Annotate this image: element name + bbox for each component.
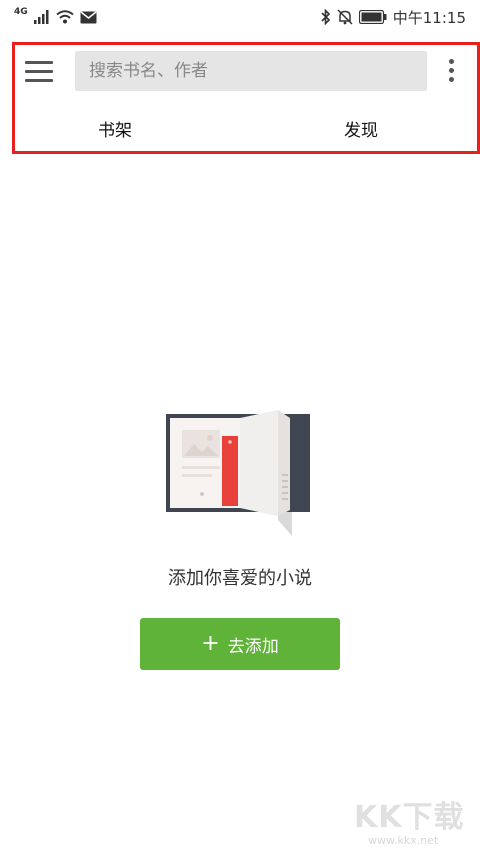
app-header: 书架 发现 xyxy=(12,42,480,154)
signal-icon xyxy=(33,10,49,24)
network-type-label: 4G xyxy=(14,7,28,17)
add-book-button[interactable]: + 去添加 xyxy=(140,618,340,670)
status-left: 4G xyxy=(14,7,97,24)
watermark: KK下载 www.kkx.net xyxy=(340,790,480,850)
plus-icon: + xyxy=(201,631,220,656)
search-input[interactable] xyxy=(75,51,427,91)
wifi-icon xyxy=(56,10,74,24)
add-book-button-label: 去添加 xyxy=(227,636,279,657)
bluetooth-icon xyxy=(321,9,330,25)
status-time: 中午11:15 xyxy=(392,8,466,27)
more-vert-icon[interactable] xyxy=(445,59,457,85)
watermark-logo: KK下载 xyxy=(354,800,465,835)
status-right: 中午11:15 xyxy=(321,7,466,28)
empty-state-message: 添加你喜爱的小说 xyxy=(168,568,312,589)
status-bar: 4G 中午11:15 xyxy=(0,0,480,34)
mute-bell-icon xyxy=(337,9,353,25)
open-book-icon xyxy=(166,410,310,536)
tab-discover[interactable]: 发现 xyxy=(321,113,401,149)
battery-icon xyxy=(358,10,387,24)
watermark-url: www.kkx.net xyxy=(368,834,439,847)
hamburger-menu-icon[interactable] xyxy=(25,61,53,83)
tab-bookshelf[interactable]: 书架 xyxy=(75,113,155,149)
mail-icon xyxy=(80,10,97,23)
